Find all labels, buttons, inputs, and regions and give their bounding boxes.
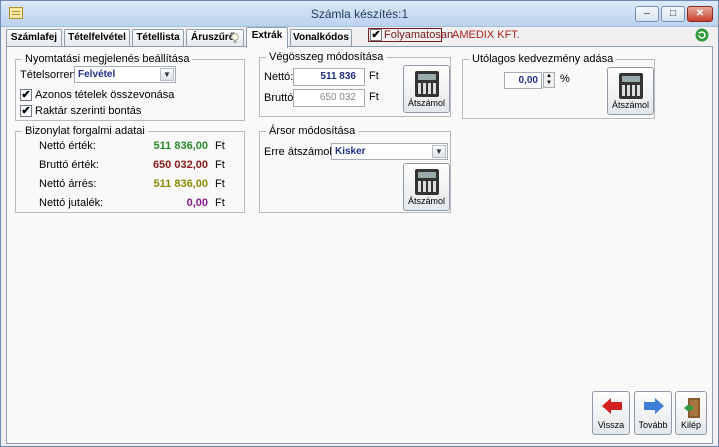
total-recalc-button[interactable]: Átszámol (403, 65, 450, 113)
split-label: Raktár szerinti bontás (35, 105, 142, 117)
calculator-icon (415, 169, 439, 195)
total-net-input[interactable]: 511 836 (293, 68, 365, 86)
back-label: Vissza (597, 420, 625, 430)
price-modify-group: Ársor módosítása Erre átszámol: Kisker ▼… (259, 125, 451, 213)
discount-unit: % (560, 73, 570, 85)
next-button[interactable]: Tovább (634, 391, 672, 435)
folyamatosan-label: Folyamatosan (384, 29, 454, 41)
net-commission-label: Nettó jutalék: (39, 197, 104, 209)
tab-aruszuro-label: Áruszűrő (191, 32, 235, 43)
tab-tetellista[interactable]: Tétellista (132, 29, 184, 47)
price-list-select[interactable]: Kisker ▼ (331, 143, 448, 160)
spin-up-icon[interactable]: ▲ (546, 73, 552, 79)
window-title: Számla készítés:1 (310, 7, 409, 21)
total-net-unit: Ft (369, 70, 379, 82)
total-gross-unit: Ft (369, 91, 379, 103)
price-modify-title: Ársor módosítása (266, 125, 359, 137)
tab-vonalkodos[interactable]: Vonalkódos (290, 29, 352, 47)
discount-group: Utólagos kedvezmény adása 0,00 ▲ ▼ % Áts… (462, 53, 655, 119)
merge-label: Azonos tételek összevonása (35, 89, 175, 101)
price-list-value: Kisker (335, 146, 366, 157)
price-recalc-button[interactable]: Átszámol (403, 163, 450, 211)
tab-tetelfelvetel[interactable]: Tételfelvétel (64, 29, 130, 47)
net-commission-unit: Ft (215, 197, 225, 209)
total-net-label: Nettó: (264, 71, 294, 83)
gross-value-label: Bruttó érték: (39, 159, 99, 171)
invoice-window: Számla készítés:1 – □ ✕ Számlafej Tételf… (0, 0, 719, 447)
tab-szamlafej[interactable]: Számlafej (6, 29, 62, 47)
folyamatosan-toggle[interactable]: ✔ Folyamatosan (368, 28, 453, 42)
maximize-button[interactable]: □ (661, 6, 685, 22)
lightbulb-icon (231, 33, 239, 43)
net-margin-value: 511 836,00 (153, 178, 208, 190)
arrow-right-icon (644, 398, 664, 414)
back-button[interactable]: Vissza (592, 391, 630, 435)
calculator-icon (619, 73, 643, 99)
print-settings-title: Nyomtatási megjelenés beállítása (22, 53, 193, 65)
tab-aruszuro[interactable]: Áruszűrő (186, 29, 244, 47)
discount-recalc-label: Átszámol (611, 100, 649, 110)
order-select[interactable]: Felvétel ▼ (74, 66, 176, 83)
exit-button[interactable]: Kilép (675, 391, 707, 435)
merge-checkbox[interactable]: ✔ (20, 89, 32, 101)
chevron-down-icon[interactable]: ▼ (160, 68, 174, 81)
minimize-button[interactable]: – (635, 6, 659, 22)
document-data-title: Bizonylat forgalmi adatai (22, 125, 148, 137)
print-settings-group: Nyomtatási megjelenés beállítása Tételso… (15, 53, 245, 121)
discount-recalc-button[interactable]: Átszámol (607, 67, 654, 115)
document-data-group: Bizonylat forgalmi adatai Nettó érték: 5… (15, 125, 245, 213)
net-margin-unit: Ft (215, 178, 225, 190)
tab-extrak[interactable]: Extrák (246, 27, 288, 48)
total-modify-group: Végösszeg módosítása Nettó: 511 836 Ft B… (259, 51, 451, 117)
discount-title: Utólagos kedvezmény adása (469, 53, 617, 65)
net-value-unit: Ft (215, 140, 225, 152)
total-gross-input[interactable]: 650 032 (293, 89, 365, 107)
chevron-down-icon[interactable]: ▼ (432, 145, 446, 158)
total-modify-title: Végösszeg módosítása (266, 51, 387, 63)
spin-down-icon[interactable]: ▼ (546, 80, 552, 86)
extrak-panel: Nyomtatási megjelenés beállítása Tételso… (6, 46, 713, 444)
folyamatosan-checkbox[interactable]: ✔ (370, 29, 382, 41)
title-bar: Számla készítés:1 – □ ✕ (1, 1, 718, 27)
exit-label: Kilép (680, 420, 701, 430)
total-gross-label: Bruttó: (264, 92, 297, 104)
calculator-icon (415, 71, 439, 97)
discount-input[interactable]: 0,00 (504, 72, 542, 89)
net-value: 511 836,00 (153, 140, 208, 152)
discount-spinner[interactable]: ▲ ▼ (543, 72, 555, 88)
arrow-left-icon (602, 398, 622, 414)
gross-value: 650 032,00 (152, 159, 208, 171)
gross-value-unit: Ft (215, 159, 225, 171)
split-checkbox[interactable]: ✔ (20, 105, 32, 117)
refresh-icon[interactable] (695, 28, 709, 42)
price-modify-label: Erre átszámol: (264, 146, 335, 158)
price-recalc-label: Átszámol (407, 196, 445, 206)
close-button[interactable]: ✕ (687, 6, 713, 22)
exit-door-icon (684, 398, 700, 418)
company-name: AMEDIX KFT. (452, 29, 520, 41)
total-recalc-label: Átszámol (407, 98, 445, 108)
next-label: Tovább (638, 420, 668, 430)
order-value: Felvétel (78, 69, 116, 80)
net-commission-value: 0,00 (186, 197, 208, 209)
net-margin-label: Nettó árrés: (39, 178, 97, 190)
net-value-label: Nettó érték: (39, 140, 96, 152)
